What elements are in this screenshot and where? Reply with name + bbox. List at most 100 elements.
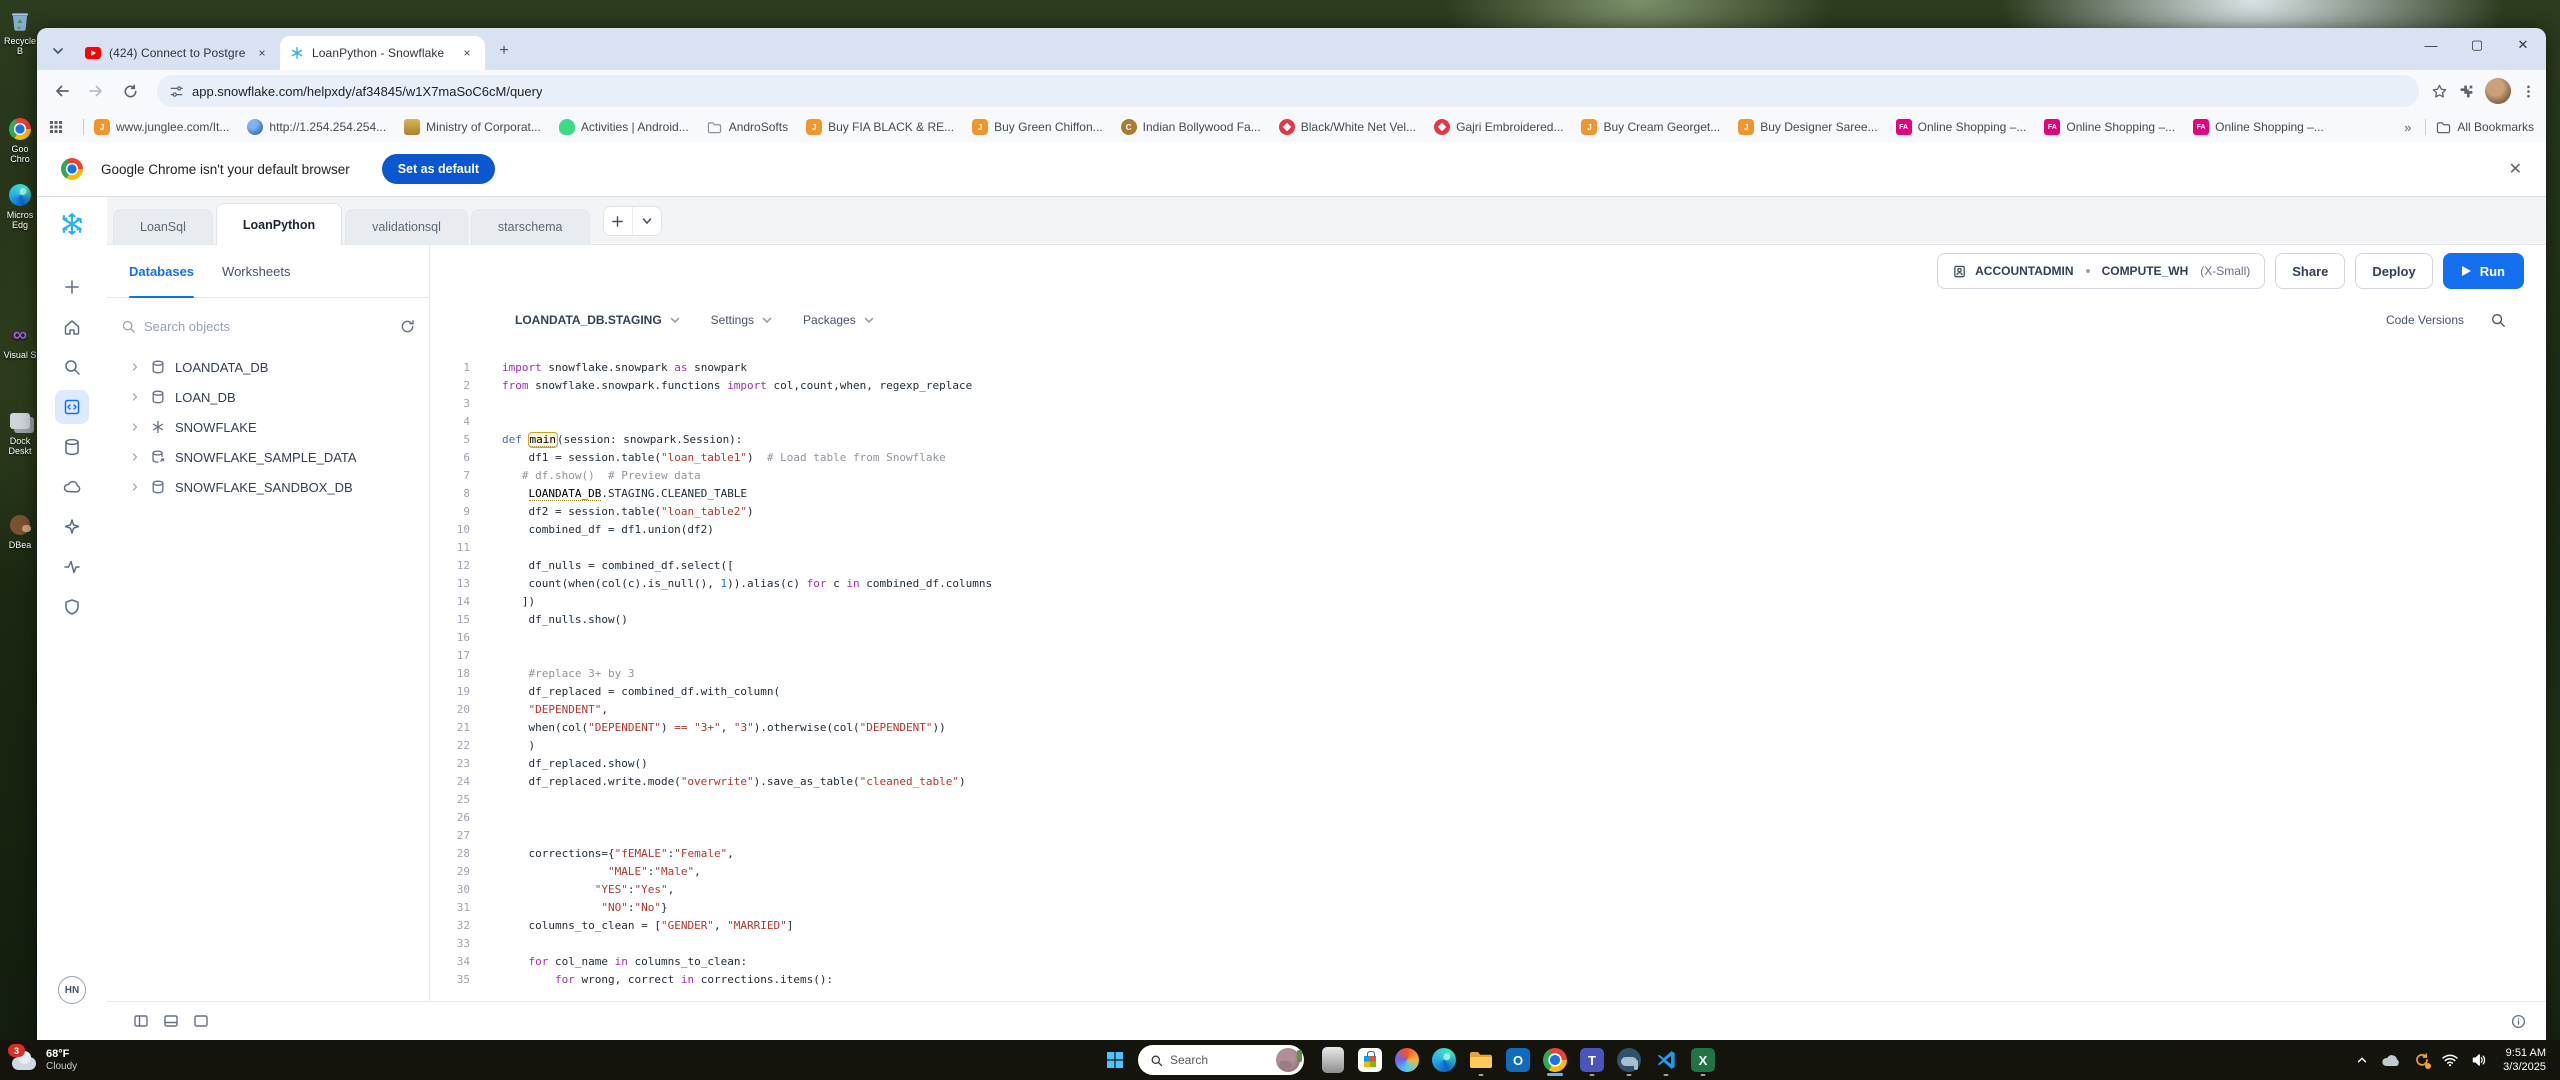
desktop-icon-vstudio[interactable]: ∞Visual S [2, 322, 38, 360]
rail-plus-icon[interactable] [55, 270, 89, 304]
taskbar-app-vscode[interactable] [1651, 1045, 1681, 1075]
new-worksheet-button[interactable] [604, 207, 632, 235]
rail-data-icon[interactable] [55, 430, 89, 464]
code-versions-button[interactable]: Code Versions [2386, 313, 2464, 327]
desktop-icon-recycle[interactable]: Recycle B [2, 8, 38, 57]
code-editor[interactable]: 1import snowflake.snowpark as snowpark2f… [430, 343, 2546, 1001]
apps-grid-icon[interactable] [49, 120, 63, 134]
rail-search-icon[interactable] [55, 350, 89, 384]
taskbar-app-outlook[interactable]: O [1503, 1045, 1533, 1075]
packages-dropdown[interactable]: Packages [803, 313, 875, 327]
schema-selector[interactable]: LOANDATA_DB.STAGING [515, 313, 681, 327]
new-tab-button[interactable]: + [491, 38, 517, 64]
tray-sync-icon[interactable] [2413, 1052, 2429, 1068]
context-selector[interactable]: ACCOUNTADMIN COMPUTE_WH (X-Small) [1937, 253, 2265, 289]
browser-menu-icon[interactable] [2521, 84, 2536, 99]
bookmark-item[interactable]: Black/White Net Vel... [1279, 119, 1416, 135]
bookmark-item[interactable]: FAOnline Shopping –... [2044, 119, 2175, 135]
bookmark-item[interactable]: CIndian Bollywood Fa... [1121, 119, 1261, 135]
window-minimize-button[interactable]: — [2408, 28, 2454, 62]
layout-split-left-icon[interactable] [133, 1013, 149, 1029]
worksheet-list-dropdown-icon[interactable] [632, 207, 661, 235]
site-settings-icon[interactable] [169, 84, 184, 99]
bookmark-item[interactable]: JBuy Green Chiffon... [972, 119, 1103, 135]
desktop-icon-dbeaver[interactable]: DBea [2, 512, 38, 550]
bookmark-item[interactable]: JBuy FIA BLACK & RE... [806, 119, 954, 135]
rail-home-icon[interactable] [55, 310, 89, 344]
weather-widget[interactable]: 3 68°F Cloudy [0, 1048, 182, 1072]
tab-close-icon[interactable]: × [254, 45, 270, 61]
tray-chevron-up-icon[interactable] [2355, 1053, 2369, 1067]
taskbar-app-teams[interactable]: T [1577, 1045, 1607, 1075]
snowflake-logo[interactable] [59, 211, 85, 237]
run-button[interactable]: Run [2443, 253, 2524, 289]
database-item-snowflake_sample_data[interactable]: SNOWFLAKE_SAMPLE_DATA [107, 442, 429, 472]
tray-wifi-icon[interactable] [2441, 1053, 2459, 1067]
desktop-icon-chrome[interactable]: Goo Chro [2, 116, 38, 165]
refresh-icon[interactable] [400, 319, 415, 334]
worksheet-tab-validationsql[interactable]: validationsql [345, 209, 468, 244]
start-button[interactable] [1100, 1045, 1130, 1075]
tab-search-icon[interactable] [45, 38, 71, 64]
taskbar-app-copilot[interactable] [1392, 1045, 1422, 1075]
rail-ai-icon[interactable] [55, 510, 89, 544]
address-bar[interactable]: app.snowflake.com/helpxdy/af34845/w1X7ma… [157, 75, 2419, 107]
rail-admin-icon[interactable] [55, 590, 89, 624]
info-icon[interactable] [2511, 1014, 2526, 1029]
database-item-loandata_db[interactable]: LOANDATA_DB [107, 352, 429, 382]
bookmark-item[interactable]: Ministry of Corporat... [404, 119, 541, 135]
taskbar-app-widget[interactable] [1318, 1045, 1348, 1075]
back-button[interactable] [47, 76, 77, 106]
notification-close-icon[interactable]: ✕ [2509, 159, 2522, 179]
worksheet-tab-starschema[interactable]: starschema [471, 209, 590, 244]
forward-button[interactable] [81, 76, 111, 106]
bookmark-item[interactable]: Jwww.junglee.com/It... [94, 119, 229, 135]
taskbar-app-explorer[interactable] [1466, 1045, 1496, 1075]
tray-volume-icon[interactable] [2471, 1053, 2487, 1067]
bookmark-item[interactable]: AndroSofts [707, 119, 788, 135]
rail-worksheets-icon[interactable] [55, 390, 89, 424]
bookmark-item[interactable]: FAOnline Shopping –... [1896, 119, 2027, 135]
user-avatar[interactable]: HN [58, 976, 86, 1004]
browser-tab-active[interactable]: LoanPython - Snowflake× [280, 36, 485, 70]
layout-split-bottom-icon[interactable] [163, 1013, 179, 1029]
taskbar-search-input[interactable]: Search [1138, 1045, 1304, 1075]
window-maximize-button[interactable]: ▢ [2454, 28, 2500, 62]
bookmarks-overflow-icon[interactable]: » [2404, 120, 2411, 135]
deploy-button[interactable]: Deploy [2355, 253, 2432, 289]
taskbar-app-excel[interactable]: X [1688, 1045, 1718, 1075]
search-objects-input[interactable]: Search objects [121, 308, 415, 344]
worksheet-tab-loanpython[interactable]: LoanPython [216, 203, 342, 245]
database-item-loan_db[interactable]: LOAN_DB [107, 382, 429, 412]
desktop-icon-edge[interactable]: Micros Edg [2, 182, 38, 231]
database-item-snowflake[interactable]: SNOWFLAKE [107, 412, 429, 442]
panel-tab-worksheets[interactable]: Worksheets [222, 245, 290, 297]
taskbar-clock[interactable]: 9:51 AM 3/3/2025 [2503, 1046, 2546, 1075]
panel-tab-databases[interactable]: Databases [129, 245, 194, 297]
layout-full-icon[interactable] [193, 1013, 209, 1029]
taskbar-app-chrome[interactable] [1540, 1045, 1570, 1075]
settings-dropdown[interactable]: Settings [711, 313, 773, 327]
bookmark-star-icon[interactable] [2431, 83, 2448, 100]
bookmark-item[interactable]: Gajri Embroidered... [1434, 119, 1563, 135]
extensions-puzzle-icon[interactable] [2458, 83, 2475, 100]
tab-close-icon[interactable]: × [459, 45, 475, 61]
browser-tab-inactive[interactable]: (424) Connect to PostgreSQL fr× [75, 36, 280, 70]
bookmark-item[interactable]: JBuy Cream Georget... [1581, 119, 1720, 135]
window-close-button[interactable]: ✕ [2500, 28, 2546, 62]
taskbar-app-pgadmin[interactable] [1614, 1045, 1644, 1075]
share-button[interactable]: Share [2275, 253, 2345, 289]
bookmark-item[interactable]: JBuy Designer Saree... [1738, 119, 1877, 135]
desktop-icon-docker[interactable]: Dock Deskt [2, 408, 38, 457]
taskbar-app-store[interactable] [1355, 1045, 1385, 1075]
taskbar-app-edge[interactable] [1429, 1045, 1459, 1075]
reload-button[interactable] [115, 76, 145, 106]
database-item-snowflake_sandbox_db[interactable]: SNOWFLAKE_SANDBOX_DB [107, 472, 429, 502]
set-as-default-button[interactable]: Set as default [382, 154, 495, 184]
rail-cloud-icon[interactable] [55, 470, 89, 504]
editor-search-icon[interactable] [2490, 312, 2506, 328]
worksheet-tab-loansql[interactable]: LoanSql [113, 209, 213, 244]
all-bookmarks-button[interactable]: All Bookmarks [2436, 120, 2534, 134]
bookmark-item[interactable]: Activities | Android... [559, 119, 689, 135]
bookmark-item[interactable]: http://1.254.254.254... [247, 119, 386, 135]
